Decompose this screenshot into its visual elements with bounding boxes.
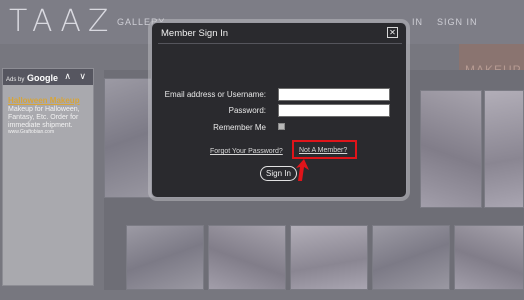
ad-title-link[interactable]: Halloween Makeup [8, 96, 80, 105]
gallery-thumbnail[interactable] [454, 225, 524, 290]
gallery-thumbnail[interactable] [372, 225, 450, 290]
email-label: Email address or Username: [164, 90, 266, 99]
ad-header-bar: Ads by Google ∧ ∨ [3, 69, 93, 85]
forgot-password-link[interactable]: Forgot Your Password? [210, 148, 283, 155]
email-username-input[interactable] [278, 88, 390, 101]
password-input[interactable] [278, 104, 390, 117]
remember-me-checkbox[interactable] [278, 123, 285, 130]
gallery-thumbnail[interactable] [290, 225, 368, 290]
ad-nav-arrows-icon[interactable]: ∧ ∨ [64, 71, 89, 82]
gallery-thumbnail[interactable] [208, 225, 286, 290]
site-logo[interactable]: TAAZ [9, 4, 115, 39]
annotation-arrow-icon [296, 159, 309, 181]
annotation-highlight-box [292, 140, 357, 159]
nav-sign-in[interactable]: SIGN IN [437, 17, 478, 27]
nav-in[interactable]: IN [412, 17, 423, 27]
ad-description: Makeup for Halloween, Fantasy, Etc. Orde… [8, 106, 80, 129]
title-divider [158, 43, 402, 44]
google-ad-panel: Ads by Google ∧ ∨ Halloween Makeup Makeu… [2, 68, 94, 286]
remember-me-label: Remember Me [213, 123, 266, 132]
password-label: Password: [228, 106, 266, 115]
dialog-title: Member Sign In [161, 28, 229, 39]
ad-url[interactable]: www.Graftobian.com [8, 129, 54, 135]
gallery-thumbnail[interactable] [420, 90, 482, 208]
sign-in-button[interactable]: Sign In [260, 166, 297, 181]
close-icon[interactable]: ✕ [387, 27, 398, 38]
google-logo[interactable]: Google [27, 73, 58, 83]
gallery-thumbnail[interactable] [484, 90, 524, 208]
gallery-thumbnail[interactable] [126, 225, 204, 290]
ads-by-label: Ads by [6, 77, 25, 83]
member-sign-in-dialog: Member Sign In ✕ Email address or Userna… [151, 22, 407, 198]
